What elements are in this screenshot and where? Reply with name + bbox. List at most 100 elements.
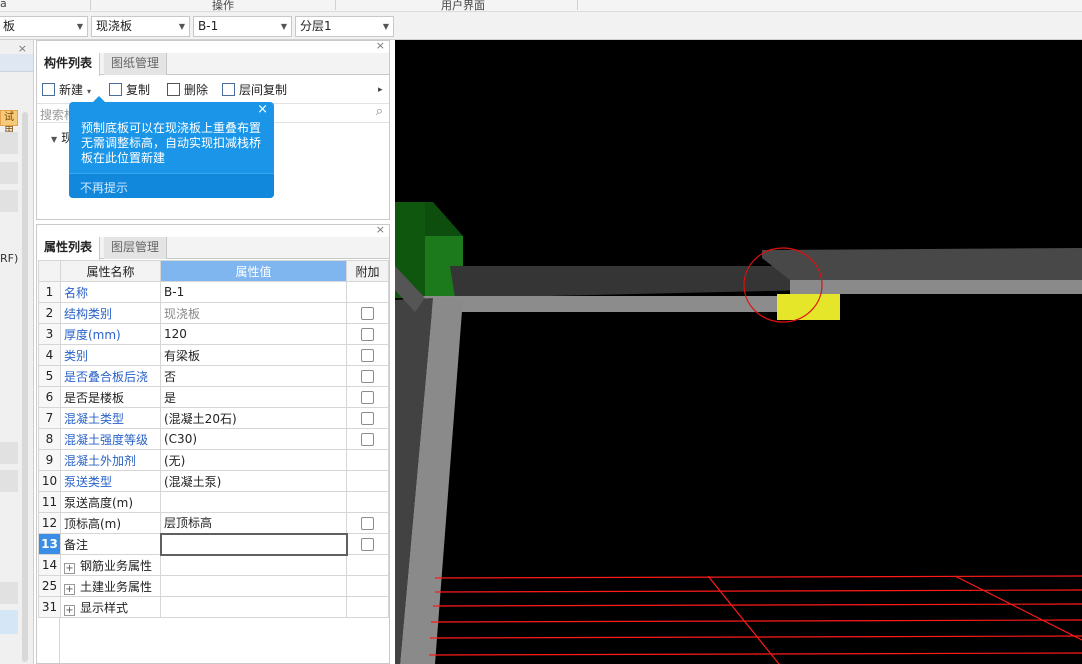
trash-icon — [167, 83, 180, 96]
expand-icon[interactable]: + — [64, 583, 75, 595]
3d-viewport[interactable] — [395, 40, 1082, 664]
property-value[interactable]: 有梁板 — [160, 344, 347, 366]
close-icon[interactable]: × — [376, 39, 385, 52]
property-name: 顶标高(m) — [60, 512, 161, 534]
property-value[interactable]: (C30) — [160, 428, 347, 450]
property-value[interactable]: (混凝土泵) — [160, 470, 347, 492]
nav-item[interactable] — [0, 442, 18, 464]
table-row[interactable]: 9 混凝土外加剂 (无) — [38, 449, 389, 471]
component-type-value: 现浇板 — [96, 19, 133, 33]
property-value[interactable] — [160, 575, 347, 597]
extra-cell — [346, 491, 389, 513]
nav-item[interactable] — [0, 470, 18, 492]
property-group-label: 显示样式 — [80, 600, 129, 615]
property-value[interactable]: (无) — [160, 449, 347, 471]
row-index: 2 — [38, 302, 61, 324]
ribbon-label-left: a — [0, 0, 7, 10]
3d-scene[interactable] — [395, 40, 1082, 664]
table-row[interactable]: 4 类别 有梁板 — [38, 344, 389, 366]
table-row[interactable]: 7 混凝土类型 (混凝土20石) — [38, 407, 389, 429]
table-row[interactable]: 31 + 显示样式 — [38, 596, 389, 618]
trial-badge[interactable]: 试用 — [0, 110, 18, 137]
close-icon[interactable]: × — [376, 223, 385, 236]
extra-checkbox[interactable] — [361, 516, 374, 530]
tree-expand-icon[interactable]: ▼ — [51, 135, 57, 144]
selected-slab-highlight[interactable] — [777, 294, 840, 320]
extra-checkbox[interactable] — [361, 348, 374, 362]
property-table: 属性名称 属性值 附加 1 名称 B-1 2 结构类别 现浇板 3 厚度(mm) 120 4 类别有… — [38, 260, 389, 618]
extra-checkbox[interactable] — [361, 432, 374, 446]
property-name: 混凝土强度等级 — [60, 428, 161, 450]
new-button[interactable]: 新建 ▾ — [42, 81, 91, 99]
layer-select[interactable]: 分层1 ▼ — [295, 16, 394, 37]
extra-checkbox[interactable] — [361, 327, 374, 341]
table-row[interactable]: 10 泵送类型 (混凝土泵) — [38, 470, 389, 492]
dont-show-again-link[interactable]: 不再提示 — [80, 179, 128, 196]
table-row[interactable]: 25 + 土建业务属性 — [38, 575, 389, 597]
header-property-name: 属性名称 — [60, 260, 161, 282]
nav-item[interactable] — [0, 162, 18, 184]
floor-copy-button[interactable]: 层间复制 — [222, 81, 287, 99]
expand-icon[interactable]: + — [64, 562, 75, 574]
property-value[interactable]: 否 — [160, 365, 347, 387]
row-index: 3 — [38, 323, 61, 345]
table-row[interactable]: 12 顶标高(m) 层顶标高 — [38, 512, 389, 534]
search-icon[interactable]: ⌕ — [376, 104, 383, 119]
table-row[interactable]: 2 结构类别 现浇板 — [38, 302, 389, 324]
nav-item[interactable] — [0, 132, 18, 154]
property-value[interactable]: (混凝土20石) — [160, 407, 347, 429]
row-index: 4 — [38, 344, 61, 366]
extra-checkbox[interactable] — [361, 369, 374, 383]
floor-type-select[interactable]: 板 ▼ — [0, 16, 88, 37]
table-row[interactable]: 8 混凝土强度等级 (C30) — [38, 428, 389, 450]
tab-layer-management[interactable]: 图层管理 — [104, 237, 168, 259]
table-row[interactable]: 14 + 钢筋业务属性 — [38, 554, 389, 576]
table-row[interactable]: 11 泵送高度(m) — [38, 491, 389, 513]
property-value[interactable]: 是 — [160, 386, 347, 408]
row-index: 5 — [38, 365, 61, 387]
extra-checkbox[interactable] — [361, 411, 374, 425]
property-value[interactable] — [160, 596, 347, 618]
row-index: 7 — [38, 407, 61, 429]
nav-item-selected[interactable] — [0, 610, 18, 634]
property-value[interactable]: 层顶标高 — [160, 512, 347, 534]
property-group-label: 钢筋业务属性 — [80, 558, 153, 573]
property-value[interactable]: B-1 — [160, 281, 347, 303]
property-name: 泵送高度(m) — [60, 491, 161, 513]
table-row[interactable]: 13 备注 — [38, 532, 389, 556]
more-tools-icon[interactable]: ▸ — [378, 81, 383, 99]
expand-icon[interactable]: + — [64, 604, 75, 616]
beam-back-front[interactable] — [790, 280, 1082, 294]
tab-component-list[interactable]: 构件列表 — [37, 53, 101, 76]
property-value[interactable] — [160, 554, 347, 576]
property-value[interactable] — [160, 491, 347, 513]
component-panel-tabs: 构件列表 图纸管理 — [37, 53, 389, 76]
delete-button[interactable]: 删除 — [167, 81, 208, 99]
nav-item[interactable] — [0, 582, 18, 604]
property-value[interactable]: 120 — [160, 323, 347, 345]
copy-button[interactable]: 复制 — [109, 81, 150, 99]
table-row[interactable]: 5 是否叠合板后浇否 — [38, 365, 389, 387]
extra-checkbox[interactable] — [361, 537, 375, 551]
table-row[interactable]: 3 厚度(mm) 120 — [38, 323, 389, 345]
component-name-value: B-1 — [198, 19, 219, 33]
tooltip-close-icon[interactable]: × — [257, 102, 268, 117]
row-index: 31 — [38, 596, 61, 618]
property-name: 名称 — [60, 281, 161, 303]
chevron-down-icon[interactable]: ▾ — [87, 87, 91, 96]
component-type-select[interactable]: 现浇板 ▼ — [91, 16, 190, 37]
tab-property-list[interactable]: 属性列表 — [37, 237, 101, 260]
row-index: 6 — [38, 386, 61, 408]
extra-checkbox[interactable] — [361, 390, 374, 404]
beam-front[interactable] — [415, 296, 790, 312]
extra-cell — [346, 281, 389, 303]
table-row[interactable]: 1 名称 B-1 — [38, 281, 389, 303]
scrollbar[interactable] — [22, 112, 28, 662]
tab-drawing-management[interactable]: 图纸管理 — [104, 53, 168, 75]
table-row[interactable]: 6 是否是楼板是 — [38, 386, 389, 408]
property-value-input[interactable] — [159, 532, 348, 556]
extra-checkbox[interactable] — [361, 306, 374, 320]
nav-item[interactable] — [0, 190, 18, 212]
property-value[interactable]: 现浇板 — [160, 302, 347, 324]
component-name-select[interactable]: B-1 ▼ — [193, 16, 292, 37]
